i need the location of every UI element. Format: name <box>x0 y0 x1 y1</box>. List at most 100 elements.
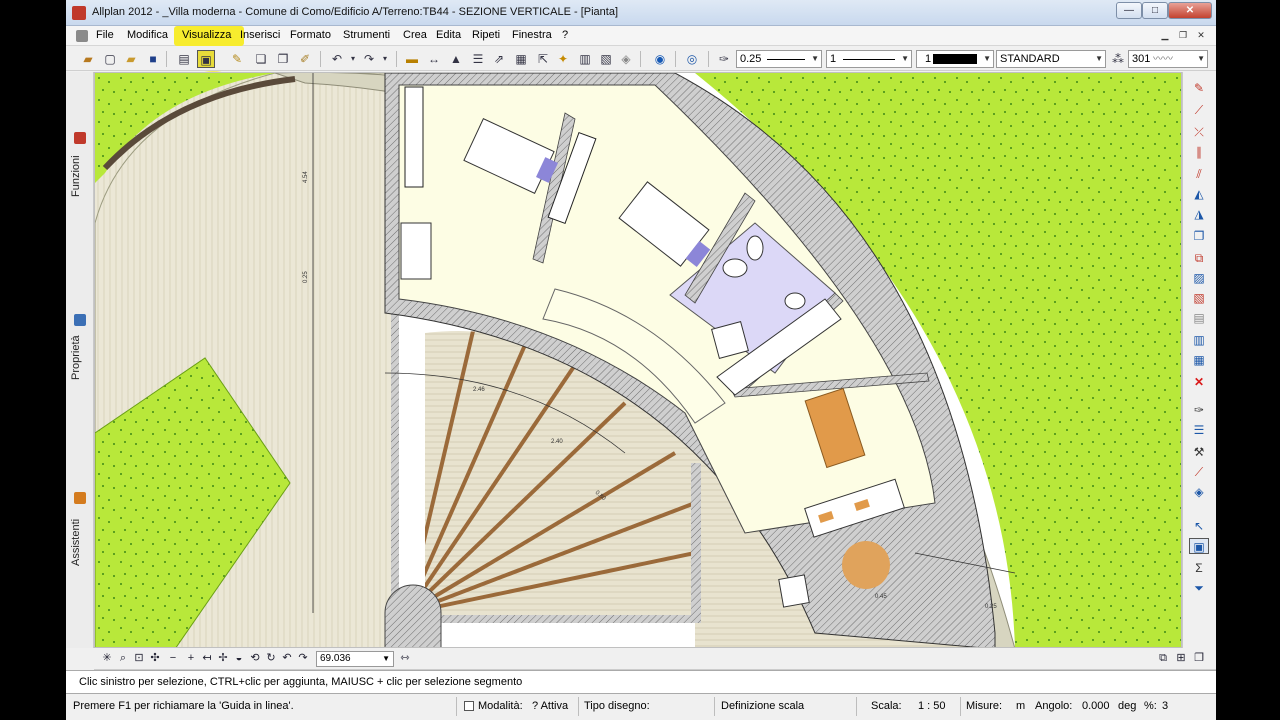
eyedropper-icon[interactable]: ✑ <box>715 50 733 68</box>
parallel-lines-icon[interactable]: ∥ <box>1189 144 1209 160</box>
hatch-pattern-select[interactable]: 301 〰〰 ▼ <box>1128 50 1208 68</box>
building-structure-icon[interactable]: ▦ <box>512 50 530 68</box>
fit-icon[interactable]: ↤ <box>200 651 214 665</box>
pen-tool-icon[interactable]: ✎ <box>1189 80 1209 96</box>
line-type-select[interactable]: 1 ▼ <box>826 50 912 68</box>
redraw-icon[interactable]: ◒ <box>232 651 246 665</box>
zoom-window-icon[interactable]: ⊡ <box>132 651 146 665</box>
print-preview-icon[interactable]: ▤ <box>175 50 193 68</box>
filter-icon[interactable]: ⏷ <box>1189 580 1209 596</box>
previous-view-icon[interactable]: ⟲ <box>248 651 262 665</box>
mdi-minimize-icon[interactable]: ▁ <box>1158 29 1172 42</box>
rotate-tool-icon[interactable]: ▨ <box>1189 270 1209 286</box>
pattern-icon[interactable]: ⁂ <box>1109 50 1127 68</box>
tab-proprieta[interactable]: Proprietà <box>70 328 90 388</box>
scale-definition-button[interactable]: Definizione scala <box>721 700 804 712</box>
open-project-icon[interactable]: ▰ <box>79 50 97 68</box>
menu-crea[interactable]: Crea <box>403 29 427 41</box>
fileset-icon[interactable]: ▥ <box>576 50 594 68</box>
pen-thickness-select[interactable]: 0.25 ▼ <box>736 50 822 68</box>
tab-assistenti[interactable]: Assistenti <box>70 506 90 578</box>
select-mode-icon[interactable]: ▣ <box>1189 538 1209 554</box>
mirror-tool-icon[interactable]: ◭ <box>1189 186 1209 202</box>
paste-icon[interactable]: ❐ <box>274 50 292 68</box>
zoom-in-icon[interactable]: + <box>184 651 198 665</box>
snap-icon[interactable]: ✳ <box>100 651 114 665</box>
dimension-icon[interactable]: ↔ <box>425 50 443 68</box>
window-tile-icon[interactable]: ⧉ <box>1156 651 1170 665</box>
globe-icon[interactable]: ◉ <box>651 50 669 68</box>
delete-icon[interactable]: ✕ <box>1189 374 1209 390</box>
format-painter-icon[interactable]: ✐ <box>296 50 314 68</box>
layer-select[interactable]: STANDARD ▼ <box>996 50 1106 68</box>
elevation-icon[interactable]: ▲ <box>447 50 465 68</box>
edit-properties-icon[interactable]: ⚒ <box>1189 444 1209 460</box>
redo-dropdown-icon[interactable]: ▾ <box>376 50 394 68</box>
copy-tool-icon[interactable]: ❐ <box>1189 228 1209 244</box>
trim-tool-icon[interactable]: ⟋ <box>1189 464 1209 480</box>
frame-icon[interactable]: ▣ <box>197 50 215 68</box>
window-copy-icon[interactable]: ❐ <box>1192 651 1206 665</box>
select-drawing-icon[interactable]: ⇱ <box>534 50 552 68</box>
rotate-view-icon[interactable]: ↻ <box>264 651 278 665</box>
offset-tool-icon[interactable]: ⫽ <box>1189 166 1209 182</box>
percent-value[interactable]: 3 <box>1162 700 1168 712</box>
pen-icon[interactable]: ✎ <box>228 50 246 68</box>
menu-ripeti[interactable]: Ripeti <box>472 29 500 41</box>
selection-arrow-icon[interactable]: ↖ <box>1189 518 1209 534</box>
units-value[interactable]: m <box>1016 700 1025 712</box>
fill-tool-icon[interactable]: ◈ <box>1189 484 1209 500</box>
move-tool-icon[interactable]: ⧉ <box>1189 250 1209 266</box>
wizard-icon[interactable]: ✦ <box>554 50 572 68</box>
menu-visualizza[interactable]: Visualizza <box>182 29 231 41</box>
save-icon[interactable]: ■ <box>144 50 162 68</box>
undo-view-icon[interactable]: ↶ <box>280 651 294 665</box>
open-fileset-icon[interactable]: ⇗ <box>490 50 508 68</box>
menu-strumenti[interactable]: Strumenti <box>343 29 390 41</box>
eyedropper-tool-icon[interactable]: ✑ <box>1189 402 1209 418</box>
ruler-icon[interactable]: ▬ <box>403 50 421 68</box>
copy-icon[interactable]: ❏ <box>252 50 270 68</box>
menu-formato[interactable]: Formato <box>290 29 331 41</box>
mirror-copy-icon[interactable]: ◮ <box>1189 206 1209 222</box>
line-tool-icon[interactable]: ⟋ <box>1189 102 1209 118</box>
view-icon[interactable]: ✢ <box>216 651 230 665</box>
mode-value[interactable]: ? Attiva <box>532 700 568 712</box>
group-tool-icon[interactable]: ▦ <box>1189 352 1209 368</box>
measure-icon[interactable]: ⇿ <box>398 651 412 665</box>
menu-file[interactable]: File <box>96 29 114 41</box>
sum-icon[interactable]: Σ <box>1189 560 1209 576</box>
window-fit-icon[interactable]: ⊞ <box>1174 651 1188 665</box>
angle-value[interactable]: 0.000 <box>1082 700 1110 712</box>
document-icon[interactable] <box>76 30 88 42</box>
scale-value[interactable]: 1 : 50 <box>918 700 946 712</box>
modify-format-icon[interactable]: ☰ <box>1189 422 1209 438</box>
pan-icon[interactable]: ✣ <box>148 651 162 665</box>
menu-modifica[interactable]: Modifica <box>127 29 168 41</box>
plan-icon[interactable]: ▧ <box>597 50 615 68</box>
color-select[interactable]: 1 ▼ <box>916 50 994 68</box>
close-button[interactable]: ✕ <box>1168 2 1212 19</box>
elements-tool-icon[interactable]: ▥ <box>1189 332 1209 348</box>
layers-list-icon[interactable]: ☰ <box>469 50 487 68</box>
stretch-tool-icon[interactable]: ▤ <box>1189 310 1209 326</box>
polyline-tool-icon[interactable]: ⤫ <box>1189 124 1209 140</box>
maximize-button[interactable]: □ <box>1142 2 1168 19</box>
menu-finestra[interactable]: Finestra <box>512 29 552 41</box>
mdi-close-icon[interactable]: ✕ <box>1194 29 1208 42</box>
zoom-icon[interactable]: ⌕ <box>116 651 130 665</box>
zoom-scale-input[interactable]: 69.036 ▼ <box>316 651 394 667</box>
redo-view-icon[interactable]: ↷ <box>296 651 310 665</box>
menu-help[interactable]: ? <box>562 29 568 41</box>
minimize-button[interactable]: — <box>1116 2 1142 19</box>
scale-tool-icon[interactable]: ▧ <box>1189 290 1209 306</box>
open-file-icon[interactable]: ▰ <box>122 50 140 68</box>
menu-edita[interactable]: Edita <box>436 29 461 41</box>
menu-inserisci[interactable]: Inserisci <box>240 29 280 41</box>
mdi-restore-icon[interactable]: ❐ <box>1176 29 1190 42</box>
new-file-icon[interactable]: ▢ <box>101 50 119 68</box>
zoom-out-icon[interactable]: − <box>166 651 180 665</box>
help-search-icon[interactable]: ◎ <box>683 50 701 68</box>
drawing-canvas[interactable]: 4.54 2.46 0.25 2.40 0.80 0.25 0.45 <box>94 72 1182 648</box>
3d-cube-icon[interactable]: ◈ <box>617 50 635 68</box>
